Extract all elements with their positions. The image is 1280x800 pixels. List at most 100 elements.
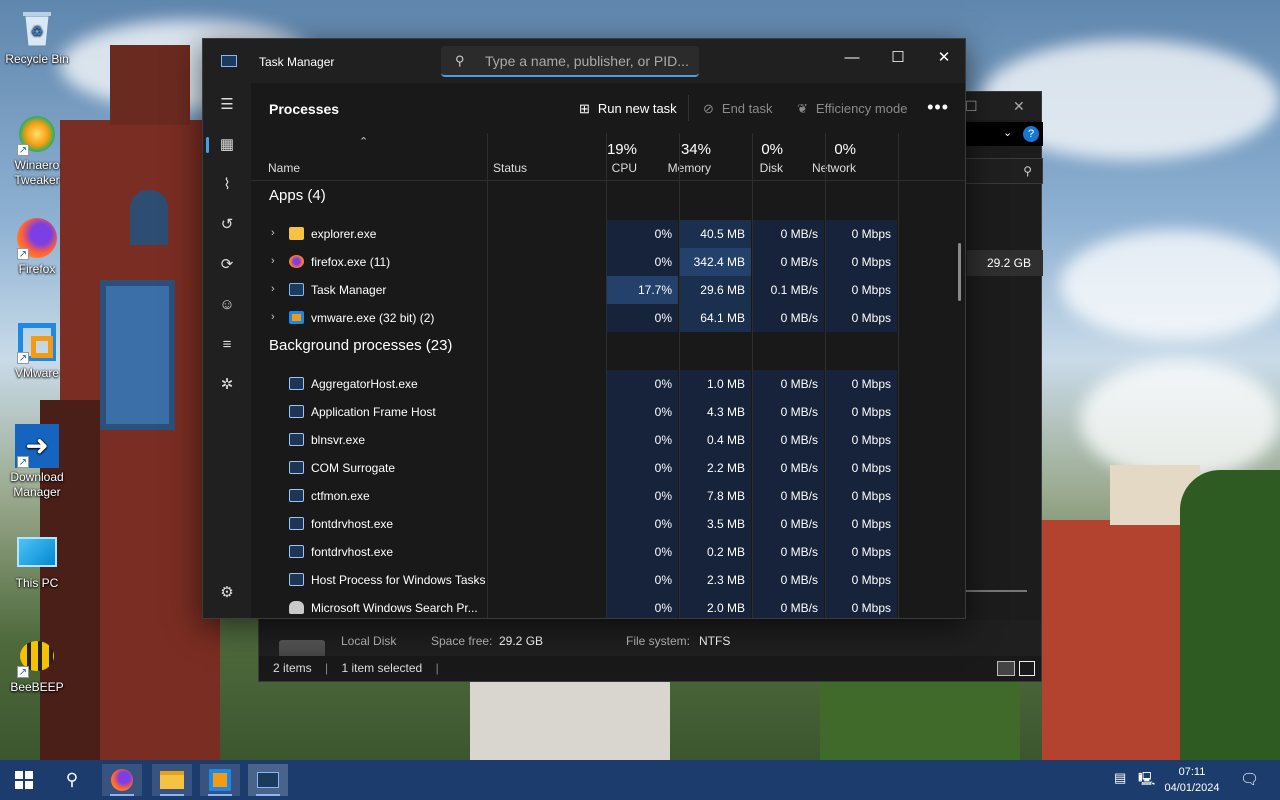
column-cpu[interactable]: CPU [612, 161, 637, 175]
settings-icon[interactable]: ⚙ [211, 577, 243, 609]
desktop-icon-winaero-tweaker[interactable]: ↗ Winaero Tweaker [4, 112, 70, 188]
service-window-icon [289, 489, 304, 502]
chevron-down-icon[interactable]: ⌄ [1003, 126, 1012, 139]
shortcut-arrow-icon: ↗ [17, 666, 29, 678]
network-value: 0 Mbps [826, 370, 897, 398]
system-clock[interactable]: 07:11 04/01/2024 [1160, 764, 1224, 796]
maximize-button[interactable]: ☐ [875, 43, 921, 73]
windows-logo-icon [15, 771, 33, 789]
process-row[interactable]: AggregatorHost.exe 0% 1.0 MB 0 MB/s 0 Mb… [251, 370, 897, 398]
process-name: Microsoft Windows Search Pr... [311, 601, 478, 615]
process-name: explorer.exe [311, 227, 377, 241]
services-icon[interactable]: ✲ [211, 369, 243, 401]
notifications-icon[interactable]: 🗨 [1240, 770, 1259, 788]
efficiency-mode-button[interactable]: ❦ Efficiency mode [797, 101, 907, 117]
maximize-icon[interactable]: ☐ [965, 98, 978, 115]
network-total: 0% [834, 141, 856, 158]
desktop-icon-download-manager[interactable]: ➜ ↗ Download Manager [4, 424, 70, 500]
process-row[interactable]: ctfmon.exe 0% 7.8 MB 0 MB/s 0 Mbps [251, 482, 897, 510]
minimize-button[interactable]: — [829, 43, 875, 73]
cpu-value: 0% [607, 248, 678, 276]
desktop-icon-this-pc[interactable]: This PC [4, 530, 70, 591]
chevron-right-icon[interactable]: › [271, 255, 275, 267]
process-row-explorer[interactable]: › explorer.exe 0% 40.5 MB 0 MB/s 0 Mbps [251, 220, 897, 248]
details-view-icon[interactable] [997, 661, 1015, 676]
column-disk[interactable]: Disk [760, 161, 783, 175]
status-separator: | [435, 661, 439, 675]
firefox-icon [111, 769, 133, 791]
chevron-right-icon[interactable]: › [271, 283, 275, 295]
performance-icon[interactable]: ⌇ [211, 169, 243, 201]
task-manager-window[interactable]: Task Manager ⚲ — ☐ ✕ ☰ ▦ ⌇ ↺ ⟳ ☺ ≡ ✲ ⚙ P… [202, 38, 966, 619]
explorer-search-box[interactable]: ⚲ [965, 158, 1043, 184]
sort-up-icon: ⌃ [359, 136, 369, 148]
close-button[interactable]: ✕ [921, 43, 967, 73]
memory-value: 0.4 MB [680, 426, 751, 454]
network-value: 0 Mbps [826, 482, 897, 510]
column-name[interactable]: Name [268, 161, 300, 175]
process-list[interactable]: Apps (4) › explorer.exe 0% 40.5 MB 0 MB/… [251, 182, 897, 618]
explorer-scrollbar[interactable] [965, 590, 1027, 592]
disk-value: 0 MB/s [753, 248, 824, 276]
network-icon[interactable]: 🖳 [1138, 770, 1155, 792]
taskbar-vmware[interactable] [200, 764, 240, 796]
network-value: 0 Mbps [826, 220, 897, 248]
memory-value: 64.1 MB [680, 304, 751, 332]
cpu-value: 17.7% [607, 276, 678, 304]
help-icon[interactable]: ? [1023, 126, 1039, 142]
users-icon[interactable]: ☺ [211, 289, 243, 321]
status-separator: | [325, 661, 329, 675]
app-history-icon[interactable]: ↺ [211, 209, 243, 241]
memory-value: 2.3 MB [680, 566, 751, 594]
run-new-task-label: Run new task [597, 101, 677, 116]
column-network[interactable]: Network [812, 161, 856, 175]
process-row[interactable]: Host Process for Windows Tasks 0% 2.3 MB… [251, 566, 897, 594]
taskbar-firefox[interactable] [102, 764, 142, 796]
running-indicator [110, 794, 134, 796]
processes-icon[interactable]: ▦ [211, 129, 243, 161]
process-row[interactable]: blnsvr.exe 0% 0.4 MB 0 MB/s 0 Mbps [251, 426, 897, 454]
desktop-icon-beebeep[interactable]: ↗ BeeBEEP [4, 634, 70, 695]
search-input[interactable] [485, 50, 690, 72]
process-row[interactable]: Application Frame Host 0% 4.3 MB 0 MB/s … [251, 398, 897, 426]
disk-total: 0% [761, 141, 783, 158]
task-manager-titlebar[interactable]: Task Manager ⚲ — ☐ ✕ [203, 39, 965, 83]
taskbar-task-manager[interactable] [248, 764, 288, 796]
startup-apps-icon[interactable]: ⟳ [211, 249, 243, 281]
process-row-firefox[interactable]: › firefox.exe (11) 0% 342.4 MB 0 MB/s 0 … [251, 248, 897, 276]
chevron-right-icon[interactable]: › [271, 311, 275, 323]
process-row[interactable]: Microsoft Windows Search Pr... 0% 2.0 MB… [251, 594, 897, 618]
run-new-task-button[interactable]: ⊞ Run new task [579, 101, 677, 117]
desktop-icon-firefox[interactable]: ↗ Firefox [4, 216, 70, 277]
tiles-view-icon[interactable] [1019, 661, 1035, 676]
end-task-icon: ⊘ [703, 101, 714, 116]
tray-storage-icon[interactable]: ▤ [1114, 770, 1126, 786]
vertical-scrollbar[interactable] [958, 243, 961, 301]
process-row-task-manager[interactable]: › Task Manager 17.7% 29.6 MB 0.1 MB/s 0 … [251, 276, 897, 304]
column-status[interactable]: Status [493, 161, 527, 175]
start-button[interactable] [4, 764, 44, 796]
search-button[interactable]: ⚲ [52, 764, 92, 796]
process-search-box[interactable]: ⚲ [441, 46, 699, 77]
cpu-value: 0% [607, 426, 678, 454]
details-icon[interactable]: ≡ [211, 329, 243, 361]
chevron-right-icon[interactable]: › [271, 227, 275, 239]
process-row-vmware[interactable]: › vmware.exe (32 bit) (2) 0% 64.1 MB 0 M… [251, 304, 897, 332]
desktop-icon-recycle-bin[interactable]: ♻ Recycle Bin [4, 6, 70, 67]
leaf-icon: ❦ [797, 101, 808, 116]
taskbar-file-explorer[interactable] [152, 764, 192, 796]
more-options-icon[interactable]: ••• [927, 97, 949, 118]
column-memory[interactable]: Memory [668, 161, 711, 175]
disk-value: 0 MB/s [753, 304, 824, 332]
menu-icon[interactable]: ☰ [211, 89, 243, 121]
close-icon[interactable]: ✕ [1013, 98, 1025, 115]
memory-value: 3.5 MB [680, 510, 751, 538]
process-row[interactable]: fontdrvhost.exe 0% 3.5 MB 0 MB/s 0 Mbps [251, 510, 897, 538]
vmware-icon: ↗ [15, 320, 59, 364]
drive-name: Local Disk [341, 634, 397, 648]
process-row[interactable]: COM Surrogate 0% 2.2 MB 0 MB/s 0 Mbps [251, 454, 897, 482]
end-task-button[interactable]: ⊘ End task [703, 101, 773, 117]
desktop-icon-vmware[interactable]: ↗ VMware [4, 320, 70, 381]
process-row[interactable]: fontdrvhost.exe 0% 0.2 MB 0 MB/s 0 Mbps [251, 538, 897, 566]
memory-value: 29.6 MB [680, 276, 751, 304]
